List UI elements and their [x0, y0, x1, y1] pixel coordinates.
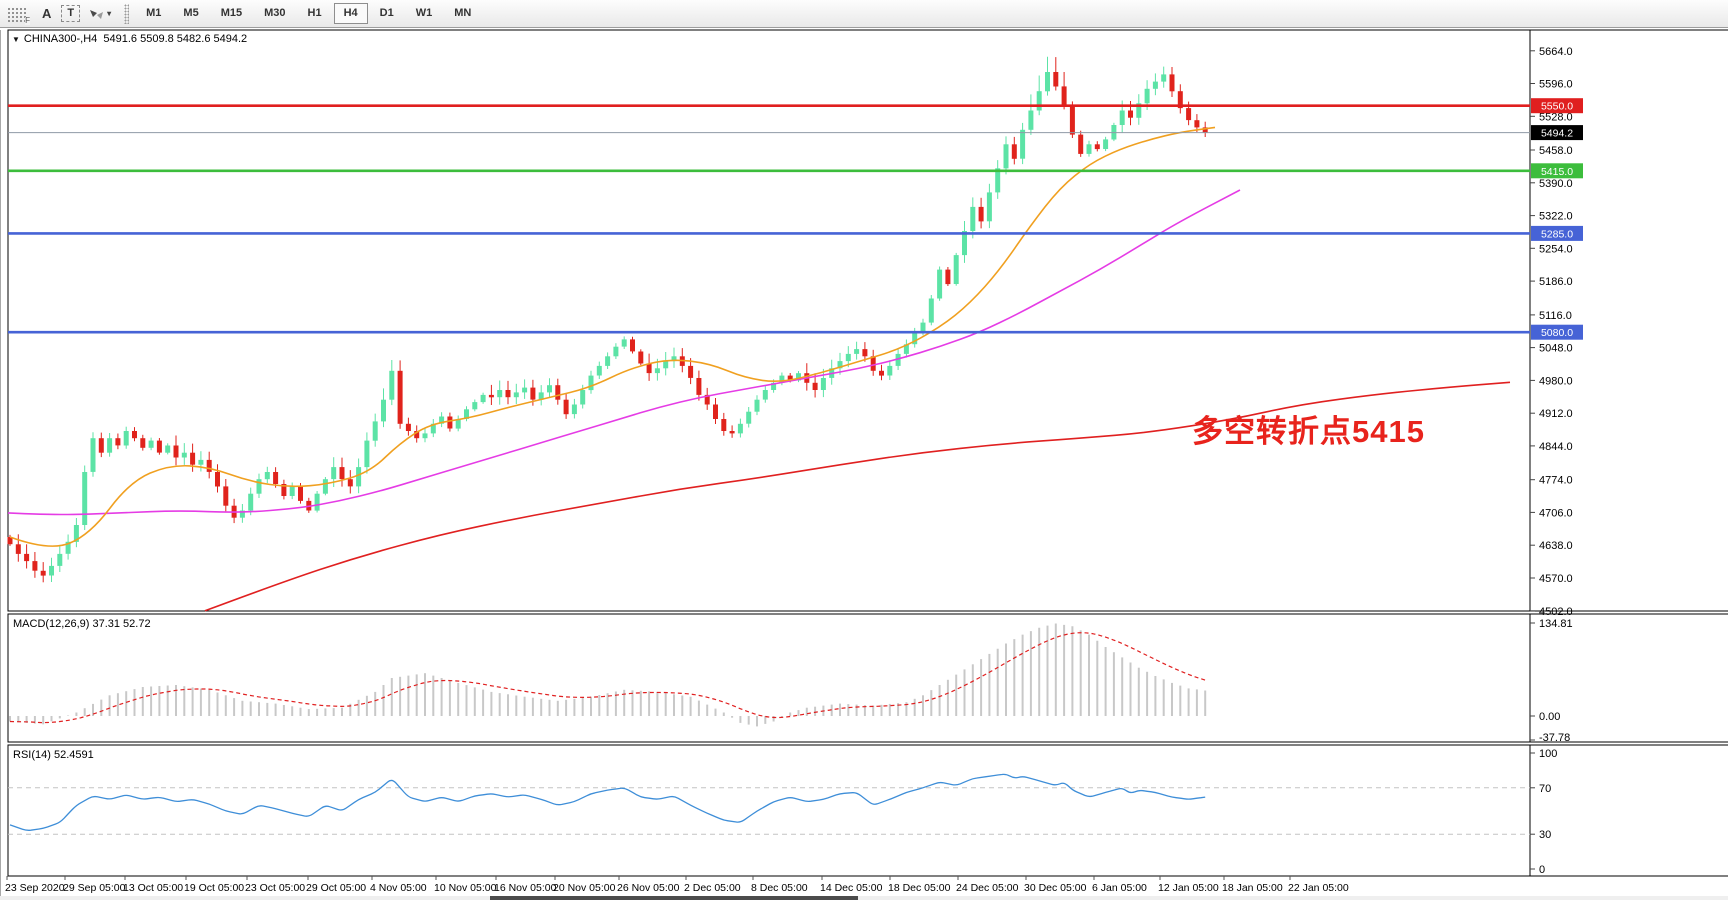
svg-text:4638.0: 4638.0 — [1539, 540, 1573, 552]
timeframe-button-m15[interactable]: M15 — [211, 3, 252, 24]
font-tool-button[interactable]: A — [34, 4, 59, 23]
svg-text:14 Dec 05:00: 14 Dec 05:00 — [820, 882, 883, 894]
chart-annotation-text[interactable]: 多空转折点5415 — [1192, 406, 1425, 451]
svg-text:18 Jan 05:00: 18 Jan 05:00 — [1222, 882, 1283, 894]
arrows-tool-button[interactable]: ▾ — [82, 4, 117, 24]
svg-text:100: 100 — [1539, 748, 1557, 760]
text-tool-button[interactable]: T — [61, 5, 80, 22]
timeframe-button-m1[interactable]: M1 — [136, 3, 171, 24]
svg-text:22 Jan 05:00: 22 Jan 05:00 — [1288, 882, 1349, 894]
timeframe-button-h4[interactable]: H4 — [334, 3, 368, 24]
timeframe-button-m30[interactable]: M30 — [254, 3, 295, 24]
svg-text:6 Jan 05:00: 6 Jan 05:00 — [1092, 882, 1147, 894]
svg-text:29 Oct 05:00: 29 Oct 05:00 — [306, 882, 366, 894]
svg-text:5285.0: 5285.0 — [1541, 228, 1573, 240]
svg-text:12 Jan 05:00: 12 Jan 05:00 — [1158, 882, 1219, 894]
svg-text:4 Nov 05:00: 4 Nov 05:00 — [370, 882, 427, 894]
svg-text:13 Oct 05:00: 13 Oct 05:00 — [123, 882, 183, 894]
svg-text:4912.0: 4912.0 — [1539, 408, 1573, 420]
timeframe-button-h1[interactable]: H1 — [298, 3, 332, 24]
svg-text:5254.0: 5254.0 — [1539, 243, 1573, 255]
price-axis: 5664.05596.05528.05458.05390.05322.05254… — [1530, 46, 1583, 618]
svg-text:5494.2: 5494.2 — [1541, 128, 1573, 140]
svg-text:5664.0: 5664.0 — [1539, 46, 1573, 58]
chart-title-text: CHINA300-,H4 5491.6 5509.8 5482.6 5494.2 — [24, 33, 247, 45]
svg-text:0: 0 — [1539, 864, 1545, 876]
timeframe-button-mn[interactable]: MN — [444, 3, 481, 24]
chart-title: ▼ CHINA300-,H4 5491.6 5509.8 5482.6 5494.… — [12, 33, 247, 45]
horizontal-scrollbar[interactable] — [0, 896, 1728, 900]
svg-text:70: 70 — [1539, 783, 1551, 795]
svg-text:10 Nov 05:00: 10 Nov 05:00 — [434, 882, 497, 894]
svg-text:-37.78: -37.78 — [1539, 732, 1570, 744]
svg-text:5550.0: 5550.0 — [1541, 101, 1573, 113]
svg-text:29 Sep 05:00: 29 Sep 05:00 — [63, 882, 126, 894]
toolbar-separator — [124, 4, 129, 24]
pane-frames — [1, 30, 1728, 896]
svg-text:23 Sep 2020: 23 Sep 2020 — [5, 882, 65, 894]
svg-text:4980.0: 4980.0 — [1539, 375, 1573, 387]
symbol-dropdown-icon[interactable]: ▼ — [12, 35, 20, 44]
svg-text:5415.0: 5415.0 — [1541, 166, 1573, 178]
svg-text:5080.0: 5080.0 — [1541, 327, 1573, 339]
svg-text:23 Oct 05:00: 23 Oct 05:00 — [245, 882, 305, 894]
svg-text:8 Dec 05:00: 8 Dec 05:00 — [751, 882, 808, 894]
svg-text:20 Nov 05:00: 20 Nov 05:00 — [553, 882, 616, 894]
toolbar-tools-group: F A T ▾ — [6, 0, 117, 27]
svg-text:19 Oct 05:00: 19 Oct 05:00 — [184, 882, 244, 894]
svg-text:30: 30 — [1539, 829, 1551, 841]
svg-text:5458.0: 5458.0 — [1539, 145, 1573, 157]
svg-text:4570.0: 4570.0 — [1539, 573, 1573, 585]
svg-text:5116.0: 5116.0 — [1539, 310, 1572, 322]
date-axis: 23 Sep 202029 Sep 05:0013 Oct 05:0019 Oc… — [5, 876, 1349, 894]
timeframe-button-w1[interactable]: W1 — [406, 3, 443, 24]
svg-text:30 Dec 05:00: 30 Dec 05:00 — [1024, 882, 1087, 894]
svg-text:5186.0: 5186.0 — [1539, 276, 1573, 288]
cursor-arrows-icon — [88, 7, 104, 21]
svg-text:5596.0: 5596.0 — [1539, 79, 1573, 91]
svg-text:4706.0: 4706.0 — [1539, 507, 1573, 519]
svg-text:4774.0: 4774.0 — [1539, 475, 1573, 487]
grip-f-label: F — [25, 17, 30, 25]
svg-text:5048.0: 5048.0 — [1539, 343, 1573, 355]
macd-label: MACD(12,26,9) 37.31 52.72 — [13, 618, 151, 630]
svg-text:4844.0: 4844.0 — [1539, 441, 1573, 453]
svg-text:16 Nov 05:00: 16 Nov 05:00 — [494, 882, 557, 894]
svg-text:2 Dec 05:00: 2 Dec 05:00 — [684, 882, 741, 894]
svg-text:134.81: 134.81 — [1539, 618, 1573, 630]
svg-text:4502.0: 4502.0 — [1539, 606, 1573, 618]
chart-canvas: 5664.05596.05528.05458.05390.05322.05254… — [0, 28, 1728, 900]
svg-text:5322.0: 5322.0 — [1539, 211, 1573, 223]
scrollbar-thumb[interactable] — [490, 896, 858, 900]
chart-area[interactable]: 5664.05596.05528.05458.05390.05322.05254… — [0, 28, 1728, 900]
svg-text:18 Dec 05:00: 18 Dec 05:00 — [888, 882, 951, 894]
timeframe-button-d1[interactable]: D1 — [370, 3, 404, 24]
timeframe-group: M1M5M15M30H1H4D1W1MN — [136, 0, 481, 27]
svg-text:24 Dec 05:00: 24 Dec 05:00 — [956, 882, 1019, 894]
svg-text:26 Nov 05:00: 26 Nov 05:00 — [617, 882, 680, 894]
svg-text:5390.0: 5390.0 — [1539, 178, 1573, 190]
chevron-down-icon: ▾ — [107, 7, 111, 20]
svg-text:0.00: 0.00 — [1539, 711, 1560, 723]
rsi-label: RSI(14) 52.4591 — [13, 749, 94, 761]
timeframe-button-m5[interactable]: M5 — [173, 3, 208, 24]
toolbar-grip-icon[interactable]: F — [6, 6, 28, 22]
toolbar: F A T ▾ M1M5M15M30H1H4D1W1MN — [0, 0, 1728, 28]
